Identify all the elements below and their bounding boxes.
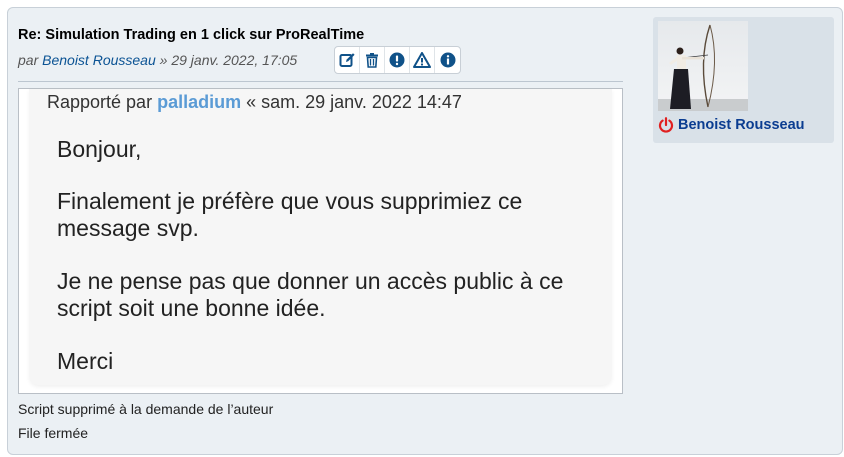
profile-name-row: Benoist Rousseau (658, 117, 805, 133)
report-line: Je ne pense pas que donner un accès publ… (57, 268, 564, 294)
date-separator: » (155, 52, 172, 68)
report-line: Bonjour, (57, 136, 142, 162)
warning-icon (389, 52, 405, 68)
info-icon (440, 52, 455, 68)
reporter-link[interactable]: palladium (157, 92, 241, 112)
report-details: Rapporté par palladium « sam. 29 janv. 2… (29, 89, 612, 385)
avatar[interactable] (658, 21, 748, 111)
report-line: Finalement je préfère que vous supprimie… (57, 188, 523, 214)
by-prefix: par (18, 52, 43, 68)
post-byline: par Benoist Rousseau » 29 janv. 2022, 17… (18, 52, 297, 68)
author-profile: Benoist Rousseau (653, 17, 834, 143)
profile-username[interactable]: Benoist Rousseau (678, 117, 805, 133)
edit-icon (339, 53, 355, 67)
archer-image (658, 24, 748, 111)
report-line: message svp. (57, 215, 199, 241)
power-icon (658, 117, 674, 133)
post-author-link[interactable]: Benoist Rousseau (42, 52, 156, 68)
warn-button[interactable] (385, 47, 410, 73)
report-icon (413, 52, 431, 68)
delete-icon (366, 53, 378, 68)
report-button[interactable] (410, 47, 435, 73)
post-date: 29 janv. 2022, 17:05 (171, 52, 298, 68)
post-title[interactable]: Re: Simulation Trading en 1 click sur Pr… (18, 27, 364, 43)
report-box: Rapporté par palladium « sam. 29 janv. 2… (18, 88, 623, 394)
deleted-notice: Script supprimé à la demande de l’auteur (18, 401, 274, 417)
post-container: Re: Simulation Trading en 1 click sur Pr… (7, 7, 843, 455)
delete-button[interactable] (360, 47, 385, 73)
report-header: Rapporté par palladium « sam. 29 janv. 2… (47, 92, 462, 113)
report-prefix: Rapporté par (47, 92, 158, 112)
content-divider (18, 81, 623, 82)
edit-button[interactable] (335, 47, 360, 73)
report-line: script soit une bonne idée. (57, 295, 326, 321)
post-actions (334, 46, 461, 74)
info-button[interactable] (435, 47, 460, 73)
report-line: Merci (57, 348, 114, 374)
report-date: « sam. 29 janv. 2022 14:47 (241, 92, 462, 112)
locked-notice: File fermée (18, 425, 89, 441)
